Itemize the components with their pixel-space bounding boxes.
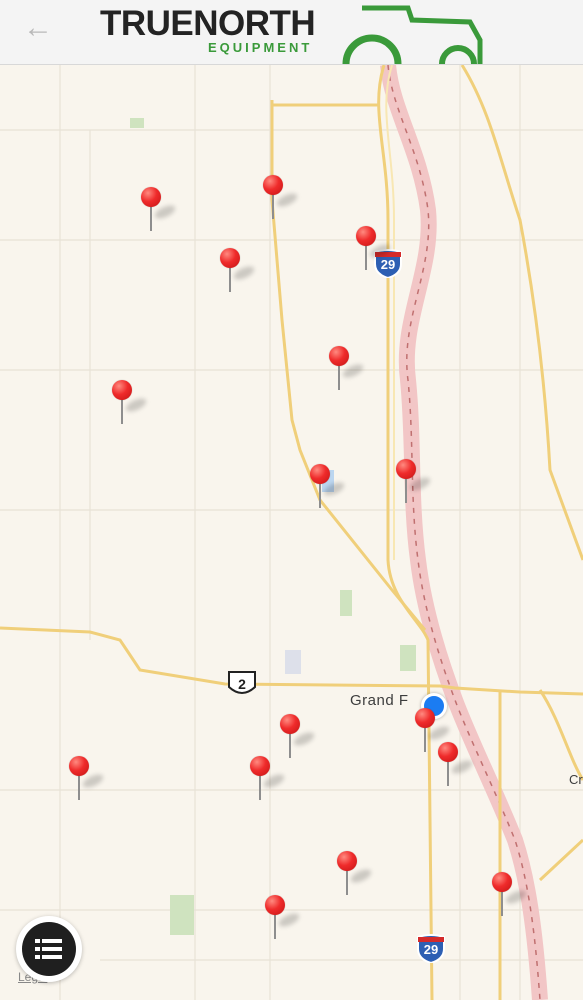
- pin-needle: [405, 477, 407, 503]
- map-pin[interactable]: [249, 756, 287, 806]
- pin-head: [141, 187, 161, 207]
- pin-head: [337, 851, 357, 871]
- pin-needle: [424, 726, 426, 752]
- pin-head: [265, 895, 285, 915]
- pin-head: [263, 175, 283, 195]
- map-pin[interactable]: [68, 756, 106, 806]
- map-pin[interactable]: [309, 464, 347, 514]
- pin-needle: [272, 193, 274, 219]
- map-pin[interactable]: [264, 895, 302, 945]
- map-pin[interactable]: [336, 851, 374, 901]
- interstate-29-label-south: 29: [423, 942, 439, 957]
- pin-head: [220, 248, 240, 268]
- map-pin[interactable]: [219, 248, 257, 298]
- pin-needle: [289, 732, 291, 758]
- pin-needle: [365, 244, 367, 270]
- map-pin[interactable]: [262, 175, 300, 225]
- pin-head: [250, 756, 270, 776]
- map-pin[interactable]: [437, 742, 475, 792]
- app-header: ← TRUENORTH EQUIPMENT: [0, 0, 583, 65]
- us-route-2-label: 2: [238, 676, 246, 692]
- pin-head: [69, 756, 89, 776]
- pin-needle: [229, 266, 231, 292]
- back-arrow-icon[interactable]: ←: [22, 12, 54, 44]
- pin-needle: [319, 482, 321, 508]
- map-canvas[interactable]: [0, 65, 583, 1000]
- pin-head: [438, 742, 458, 762]
- pin-needle: [274, 913, 276, 939]
- map-pin[interactable]: [414, 708, 452, 758]
- list-button-inner: [22, 922, 76, 976]
- interstate-29-shield-south: 29: [416, 933, 446, 965]
- pin-head: [280, 714, 300, 734]
- pin-head: [329, 346, 349, 366]
- map-pin[interactable]: [355, 226, 393, 276]
- map-pin[interactable]: [491, 872, 529, 922]
- pin-needle: [447, 760, 449, 786]
- pin-head: [356, 226, 376, 246]
- pin-head: [310, 464, 330, 484]
- edge-place-label: Cr: [569, 772, 583, 787]
- brand-subtitle: EQUIPMENT: [208, 40, 313, 55]
- city-label: Grand F: [350, 692, 409, 709]
- pin-needle: [121, 398, 123, 424]
- map-pin[interactable]: [328, 346, 366, 396]
- map-pin[interactable]: [140, 187, 178, 237]
- map-pin[interactable]: [279, 714, 317, 764]
- pin-needle: [150, 205, 152, 231]
- pin-head: [112, 380, 132, 400]
- list-view-button[interactable]: [16, 916, 82, 982]
- pin-needle: [501, 890, 503, 916]
- map-pin[interactable]: [395, 459, 433, 509]
- tractor-logo-icon: [342, 5, 483, 64]
- pin-needle: [338, 364, 340, 390]
- brand-title: TRUENORTH: [100, 4, 316, 43]
- pin-needle: [259, 774, 261, 800]
- list-icon: [35, 939, 62, 959]
- pin-head: [415, 708, 435, 728]
- us-route-2-shield: 2: [226, 669, 258, 699]
- pin-head: [396, 459, 416, 479]
- pin-needle: [346, 869, 348, 895]
- pin-needle: [78, 774, 80, 800]
- map-pin[interactable]: [111, 380, 149, 430]
- pin-head: [492, 872, 512, 892]
